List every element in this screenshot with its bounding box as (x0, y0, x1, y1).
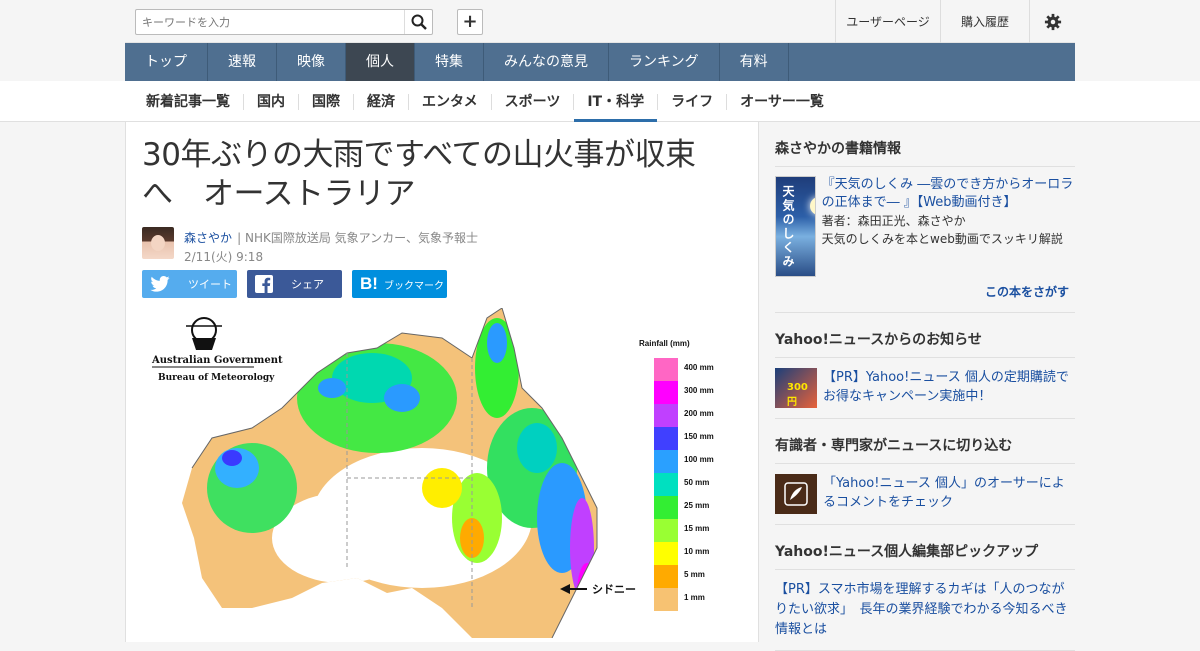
book-description: 天気のしくみを本とweb動画でスッキリ解説 (821, 232, 1063, 246)
facebook-icon (255, 275, 273, 293)
legend-swatch (654, 588, 678, 611)
nav-item-feature[interactable]: 特集 (415, 43, 484, 81)
article-date: 2/11(火) 9:18 (184, 250, 264, 264)
legend-label: 100 mm (684, 455, 714, 464)
tab-life[interactable]: ライフ (658, 93, 728, 110)
tab-entertainment[interactable]: エンタメ (409, 93, 492, 110)
nav-item-video[interactable]: 映像 (277, 43, 346, 81)
book-info: 天気のしくみ 『天気のしくみ ―雲のでき方からオーロラの正体まで― 』【Web動… (775, 167, 1075, 277)
legend-label: 25 mm (684, 501, 709, 510)
hatena-bookmark-label: ブックマーク (383, 280, 444, 292)
main-nav: トップ 速報 映像 個人 特集 みんなの意見 ランキング 有料 (125, 43, 1075, 81)
purchase-history-link[interactable]: 購入履歴 (940, 0, 1029, 43)
avatar[interactable] (142, 227, 174, 259)
legend-swatch (654, 358, 678, 381)
top-bar: + ユーザーページ 購入履歴 (125, 0, 1075, 43)
nav-item-ranking[interactable]: ランキング (609, 43, 720, 81)
user-page-link[interactable]: ユーザーページ (835, 0, 940, 43)
book-title-link[interactable]: 『天気のしくみ ―雲のでき方からオーロラの正体まで― 』【Web動画付き】 (822, 176, 1075, 212)
legend-label: 50 mm (684, 478, 709, 487)
find-book-link[interactable]: この本をさがす (775, 277, 1075, 313)
rainfall-map: Australian Government Bureau of Meteorol… (142, 307, 742, 639)
legend-swatch (654, 496, 678, 519)
tab-economy[interactable]: 経済 (354, 93, 409, 110)
book-cover[interactable]: 天気のしくみ (775, 176, 816, 277)
tab-sports[interactable]: スポーツ (492, 93, 575, 110)
legend-swatch (654, 519, 678, 542)
author-comments-link[interactable]: 「Yahoo!ニュース 個人」のオーサーによるコメントをチェック (823, 474, 1075, 514)
legend-label: 400 mm (684, 363, 714, 372)
share-buttons: ツイート シェア B! ブックマーク (142, 270, 447, 298)
notice-item[interactable]: 300円 【PR】Yahoo!ニュース 個人の定期購読でお得なキャンペーン実施中… (775, 358, 1075, 419)
book-authors: 著者：森田正光、森さやか (821, 214, 966, 228)
legend-swatch (654, 473, 678, 496)
bom-logo (186, 317, 222, 350)
legend-label: 1 mm (684, 593, 705, 602)
tab-domestic[interactable]: 国内 (244, 93, 299, 110)
nav-item-opinion[interactable]: みんなの意見 (484, 43, 609, 81)
hatena-b-icon: B! (360, 274, 378, 293)
legend-title: Rainfall (mm) (639, 339, 690, 348)
search-box (135, 9, 433, 35)
article: 30年ぶりの大雨ですべての山火事が収束へ オーストラリア 森さやか | NHK国… (125, 122, 759, 642)
hatena-bookmark-button[interactable]: B! ブックマーク (352, 270, 447, 298)
nav-item-breaking[interactable]: 速報 (208, 43, 277, 81)
book-cover-title: 天気のしくみ (781, 185, 795, 269)
sidebar: 森さやかの書籍情報 天気のしくみ 『天気のしくみ ―雲のでき方からオーロラの正体… (775, 122, 1075, 651)
legend-swatch (654, 565, 678, 588)
notice-section-heading: Yahoo!ニュースからのお知らせ (775, 313, 1075, 358)
tweet-label: ツイート (188, 278, 232, 291)
legend-label: 300 mm (684, 386, 714, 395)
legend-label: 15 mm (684, 524, 709, 533)
author-info: 森さやか | NHK国際放送局 気象アンカー、気象予報士 2/11(火) 9:1… (142, 227, 479, 264)
settings-button[interactable] (1029, 0, 1075, 43)
nav-item-paid[interactable]: 有料 (720, 43, 789, 81)
sydney-label: シドニー (592, 583, 636, 596)
expert-item[interactable]: 「Yahoo!ニュース 個人」のオーサーによるコメントをチェック (775, 464, 1075, 525)
pickup-link[interactable]: 【PR】スマホ市場を理解するカギは「人のつながりたい欲求」 長年の業界経験でわか… (775, 570, 1075, 651)
author-name-link[interactable]: 森さやか (184, 231, 232, 245)
quill-icon (784, 482, 808, 506)
legend-label: 5 mm (684, 570, 705, 579)
rainfall-legend: 400 mm 300 mm 200 mm 150 mm 100 mm 50 mm 25 mm… (654, 358, 714, 611)
tab-it-science[interactable]: IT・科学 (574, 93, 659, 123)
legend-swatch (654, 427, 678, 450)
search-input[interactable] (136, 10, 406, 34)
twitter-bird-icon (150, 276, 170, 292)
book-cover-sun (810, 197, 815, 215)
legend-label: 200 mm (684, 409, 714, 418)
book-section-heading: 森さやかの書籍情報 (775, 122, 1075, 167)
category-nav: 新着記事一覧 国内 国際 経済 エンタメ スポーツ IT・科学 ライフ オーサー… (125, 81, 1075, 123)
map-org-2: Bureau of Meteorology (158, 373, 275, 383)
campaign-thumbnail: 300円 (775, 368, 817, 408)
nav-item-top[interactable]: トップ (125, 43, 208, 81)
facebook-share-label: シェア (291, 278, 324, 291)
tab-authors[interactable]: オーサー一覧 (727, 94, 837, 110)
legend-label: 150 mm (684, 432, 714, 441)
top-right-menu: ユーザーページ 購入履歴 (835, 0, 1075, 43)
search-button[interactable] (404, 10, 432, 34)
gear-icon (1044, 13, 1061, 30)
legend-swatch (654, 404, 678, 427)
rainfall-map-graphic: Australian Government Bureau of Meteorol… (151, 307, 714, 639)
comment-thumbnail (775, 474, 817, 514)
facebook-share-button[interactable]: シェア (247, 270, 342, 298)
pickup-section-heading: Yahoo!ニュース個人編集部ピックアップ (775, 525, 1075, 570)
campaign-thumbnail-text: 300円 (787, 382, 808, 408)
legend-swatch (654, 381, 678, 404)
tab-new-articles[interactable]: 新着記事一覧 (133, 93, 244, 110)
add-button[interactable]: + (457, 9, 483, 35)
campaign-link[interactable]: 【PR】Yahoo!ニュース 個人の定期購読でお得なキャンペーン実施中！ (823, 368, 1075, 408)
article-title: 30年ぶりの大雨ですべての山火事が収束へ オーストラリア (142, 137, 696, 212)
legend-swatch (654, 542, 678, 565)
author-role: | NHK国際放送局 気象アンカー、気象予報士 (237, 231, 479, 245)
expert-section-heading: 有識者・専門家がニュースに切り込む (775, 419, 1075, 464)
tab-international[interactable]: 国際 (299, 93, 354, 110)
legend-label: 10 mm (684, 547, 709, 556)
tweet-button[interactable]: ツイート (142, 270, 237, 298)
legend-swatch (654, 450, 678, 473)
map-org-1: Australian Government (151, 355, 283, 366)
nav-item-individual[interactable]: 個人 (346, 43, 415, 81)
search-icon (411, 14, 427, 30)
